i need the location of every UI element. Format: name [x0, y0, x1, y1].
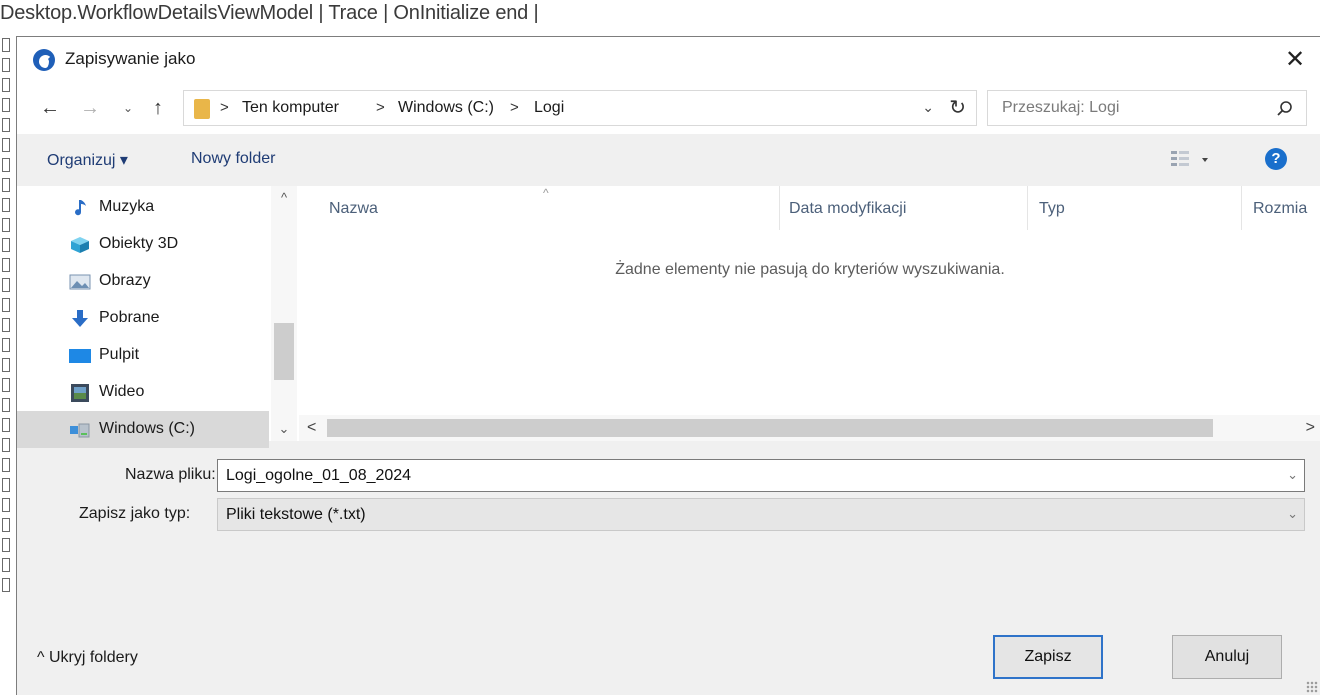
address-bar[interactable]: > Ten komputer > Windows (C:) > Logi ⌄ ↻ [183, 90, 977, 126]
breadcrumb-separator-icon: > [510, 99, 519, 116]
navigation-pane: Muzyka Obiekty 3D Obrazy Pobrane Pulpit … [17, 186, 299, 448]
background-log-line: Desktop.WorkflowDetailsViewModel | Trace… [0, 2, 539, 24]
filetype-label: Zapisz jako typ: [79, 505, 191, 522]
filename-input[interactable] [218, 460, 1278, 491]
nav-item-label: Pulpit [99, 346, 140, 363]
nav-item-pulpit[interactable]: Pulpit [17, 337, 269, 374]
title-bar: Zapisywanie jako ✕ [17, 37, 1320, 82]
column-header-typ[interactable]: Typ [1039, 200, 1065, 218]
resize-grip-icon[interactable] [1306, 681, 1318, 693]
search-icon[interactable] [1276, 100, 1294, 118]
search-input[interactable] [988, 91, 1258, 125]
breadcrumb-separator-icon: > [376, 99, 385, 116]
column-divider[interactable] [1027, 186, 1028, 230]
nav-item-wideo[interactable]: Wideo [17, 374, 269, 411]
column-header-rozmiar[interactable]: Rozmia [1253, 200, 1307, 218]
pictures-icon [69, 274, 91, 290]
scroll-down-icon[interactable]: ⌄ [271, 421, 297, 437]
breadcrumb-windows-c[interactable]: Windows (C:) [398, 99, 494, 117]
filename-combobox[interactable]: ⌄ [217, 459, 1305, 492]
nav-item-label: Wideo [99, 383, 145, 400]
column-divider[interactable] [779, 186, 780, 230]
nav-item-obrazy[interactable]: Obrazy [17, 263, 269, 300]
horizontal-scrollbar-thumb[interactable] [327, 419, 1213, 437]
breadcrumb-separator-icon: > [220, 99, 229, 116]
breadcrumb-ten-komputer[interactable]: Ten komputer [242, 99, 339, 117]
scroll-left-icon[interactable]: < [307, 419, 316, 437]
nav-item-label: Obiekty 3D [99, 235, 179, 252]
file-list: ^ Nazwa Data modyfikacji Typ Rozmia Żadn… [299, 186, 1320, 441]
new-folder-button[interactable]: Nowy folder [191, 150, 275, 168]
nav-item-label: Pobrane [99, 309, 160, 326]
search-box[interactable] [987, 90, 1307, 126]
nav-item-label: Obrazy [99, 272, 151, 289]
desktop-icon [69, 349, 91, 363]
dialog-title: Zapisywanie jako [65, 49, 196, 68]
view-options-icon[interactable] [1169, 148, 1209, 172]
save-as-dialog: Zapisywanie jako ✕ ← → ⌄ ↑ > Ten kompute… [16, 36, 1320, 695]
filetype-select[interactable]: Pliki tekstowe (*.txt) ⌄ [217, 498, 1305, 531]
nav-item-muzyka[interactable]: Muzyka [17, 189, 269, 226]
scroll-up-icon[interactable]: ^ [271, 190, 297, 205]
up-arrow-icon[interactable]: ↑ [145, 94, 171, 122]
forward-arrow-icon[interactable]: → [77, 94, 103, 122]
filename-label: Nazwa pliku: [125, 466, 216, 483]
filename-dropdown-chevron-icon[interactable]: ⌄ [1287, 467, 1298, 483]
nav-item-label: Windows (C:) [99, 420, 196, 437]
sort-ascending-icon: ^ [543, 186, 549, 200]
nav-item-label: Muzyka [99, 198, 155, 215]
breadcrumb-logi[interactable]: Logi [534, 99, 564, 117]
cube-3d-icon [71, 237, 89, 253]
save-button[interactable]: Zapisz [993, 635, 1103, 679]
drive-icon [70, 423, 90, 438]
nav-scrollbar[interactable]: ^ ⌄ [271, 186, 297, 441]
folder-icon [194, 99, 210, 119]
video-icon [71, 384, 89, 402]
refresh-icon[interactable]: ↻ [949, 95, 966, 120]
background-log-gutter [0, 36, 12, 695]
back-arrow-icon[interactable]: ← [37, 94, 63, 122]
app-logo-icon [33, 49, 55, 71]
help-icon[interactable]: ? [1265, 148, 1287, 170]
nav-scrollbar-thumb[interactable] [274, 323, 294, 380]
horizontal-scrollbar[interactable]: < > [299, 415, 1320, 441]
download-icon [72, 310, 88, 327]
cancel-button[interactable]: Anuluj [1172, 635, 1282, 679]
address-row: ← → ⌄ ↑ > Ten komputer > Windows (C:) > … [17, 82, 1320, 134]
filetype-dropdown-chevron-icon[interactable]: ⌄ [1287, 506, 1298, 522]
music-icon [75, 200, 86, 216]
close-button[interactable]: ✕ [1270, 37, 1320, 82]
filetype-value: Pliki tekstowe (*.txt) [226, 506, 366, 523]
nav-item-obiekty-3d[interactable]: Obiekty 3D [17, 226, 269, 263]
command-toolbar: Organizuj ▾ Nowy folder ? [17, 134, 1320, 186]
address-dropdown-chevron-icon[interactable]: ⌄ [922, 99, 934, 116]
scroll-right-icon[interactable]: > [1306, 419, 1315, 437]
organize-menu-button[interactable]: Organizuj ▾ [47, 150, 128, 170]
column-divider[interactable] [1241, 186, 1242, 230]
empty-list-message: Żadne elementy nie pasują do kryteriów w… [615, 261, 1005, 278]
nav-item-windows-c[interactable]: Windows (C:) [17, 411, 269, 448]
recent-locations-chevron-icon[interactable]: ⌄ [115, 94, 141, 122]
column-header-nazwa[interactable]: Nazwa [329, 200, 378, 218]
hide-folders-button[interactable]: ^ Ukryj foldery [37, 649, 138, 667]
column-header-data-modyfikacji[interactable]: Data modyfikacji [789, 200, 906, 218]
nav-item-pobrane[interactable]: Pobrane [17, 300, 269, 337]
